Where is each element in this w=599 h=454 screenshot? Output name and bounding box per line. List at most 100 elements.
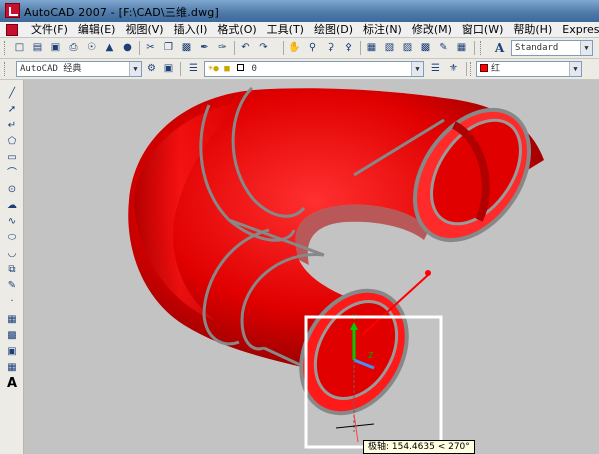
publish-icon[interactable]: ▲ [102,40,117,55]
menu-file[interactable]: 文件(F) [26,23,73,37]
preview-icon[interactable]: ☉ [84,40,99,55]
drawing-area[interactable]: Y Z 极轴: 154.4635 < 270° [24,80,599,454]
workspace-value: AutoCAD 经典 [20,64,82,74]
construction-line-icon[interactable]: ➚ [4,102,20,117]
designcenter-icon[interactable]: ▧ [382,40,397,55]
spline-icon[interactable]: ∿ [4,214,20,229]
toolpalettes-icon[interactable]: ▨ [400,40,415,55]
torus-drawing: Y Z [128,86,544,449]
separator [474,41,475,55]
ellipse-arc-icon[interactable]: ◡ [4,246,20,261]
text-style-icon[interactable]: A [492,40,507,55]
ellipse-icon[interactable]: ⬭ [4,230,20,245]
menu-help[interactable]: 帮助(H) [508,23,557,37]
make-block-icon[interactable]: ✎ [4,278,20,293]
toolbar-grip[interactable] [4,41,7,55]
menu-express[interactable]: Express [557,23,599,37]
copy-icon[interactable]: ❐ [161,40,176,55]
menu-bar: 文件(F) 编辑(E) 视图(V) 插入(I) 格式(O) 工具(T) 绘图(D… [0,22,599,38]
zoom-previous-icon[interactable]: ⚴ [341,40,356,55]
chevron-down-icon[interactable]: ▼ [411,62,423,76]
toolbar-grip[interactable] [470,62,473,76]
crosshair-h [335,423,375,429]
point-icon[interactable]: · [4,294,20,309]
make-current-layer-icon[interactable]: ☰ [428,61,443,76]
sheetset-icon[interactable]: ▩ [418,40,433,55]
layers-toolbar: AutoCAD 经典 ▼ ⚙ ▣ ☰ ☀● ■ 0 ▼ ☰ ⚜ 红 ▼ [0,59,599,80]
hatch-icon[interactable]: ▦ [4,312,20,327]
toolbar-grip[interactable] [480,41,483,55]
layer-value: 0 [251,64,257,74]
circle-icon[interactable]: ⊙ [4,182,20,197]
zoom-realtime-icon[interactable]: ⚲ [305,40,320,55]
gradient-icon[interactable]: ▩ [4,328,20,343]
calculator-icon[interactable]: ▦ [454,40,469,55]
markup-icon[interactable]: ✎ [436,40,451,55]
chevron-down-icon[interactable]: ▼ [580,41,592,55]
separator [180,62,181,76]
color-combo[interactable]: 红 ▼ [476,61,582,77]
text-style-value: Standard [515,43,559,53]
layer-previous-icon[interactable]: ⚜ [446,61,461,76]
ucs-z-label: Z [368,351,374,360]
layer-combo[interactable]: ☀● ■ 0 ▼ [204,61,424,77]
menu-edit[interactable]: 编辑(E) [73,23,121,37]
document-icon[interactable] [6,24,18,36]
block-editor-icon[interactable]: ✑ [215,40,230,55]
arc-icon[interactable]: ⌒ [4,166,20,181]
pan-icon[interactable]: ✋ [287,40,302,55]
workspace-settings-icon[interactable]: ⚙ [144,61,159,76]
paste-icon[interactable]: ▩ [179,40,194,55]
new-icon[interactable]: □ [12,40,27,55]
chevron-down-icon[interactable]: ▼ [569,62,581,76]
menu-modify[interactable]: 修改(M) [407,23,457,37]
window-title: AutoCAD 2007 - [F:\CAD\三维.dwg] [24,6,219,19]
undo-icon[interactable]: ↶ [238,40,253,55]
3d-dwf-icon[interactable]: ● [120,40,135,55]
open-icon[interactable]: ▤ [30,40,45,55]
multiline-text-icon[interactable]: A [4,376,20,391]
insert-block-icon[interactable]: ⧉ [4,262,20,277]
properties-icon[interactable]: ▦ [364,40,379,55]
redo-icon[interactable]: ↷ [256,40,271,55]
draw-toolbar: ╱ ➚ ↵ ⬠ ▭ ⌒ ⊙ ☁ ∿ ⬭ ◡ ⧉ ✎ · ▦ ▩ ▣ ▦ A [0,80,24,454]
print-icon[interactable]: ⎙ [66,40,81,55]
table-icon[interactable]: ▦ [4,360,20,375]
save-workspace-icon[interactable]: ▣ [161,61,176,76]
polar-tracking-tooltip: 极轴: 154.4635 < 270° [363,440,475,454]
title-bar: AutoCAD 2007 - [F:\CAD\三维.dwg] [0,0,599,22]
color-swatch [480,64,488,72]
color-value: 红 [491,64,501,74]
menu-insert[interactable]: 插入(I) [169,23,213,37]
matchprop-icon[interactable]: ✒ [197,40,212,55]
crosshair-v [353,413,359,443]
layer-lock-icon: ■ [224,64,230,74]
separator [139,41,140,55]
region-icon[interactable]: ▣ [4,344,20,359]
standard-toolbar: □ ▤ ▣ ⎙ ☉ ▲ ● ✂ ❐ ▩ ✒ ✑ ↶ ↷ ✋ ⚲ ⚳ ⚴ ▦ ▧ … [0,38,599,59]
layer-manager-icon[interactable]: ☰ [186,61,201,76]
rectangle-icon[interactable]: ▭ [4,150,20,165]
separator [234,41,235,55]
autocad-app-icon[interactable] [5,3,20,18]
menu-tools[interactable]: 工具(T) [262,23,309,37]
menu-list: 文件(F) 编辑(E) 视图(V) 插入(I) 格式(O) 工具(T) 绘图(D… [26,23,599,37]
menu-window[interactable]: 窗口(W) [457,23,508,37]
polyline-icon[interactable]: ↵ [4,118,20,133]
menu-draw[interactable]: 绘图(D) [309,23,358,37]
cut-icon[interactable]: ✂ [143,40,158,55]
menu-dimension[interactable]: 标注(N) [358,23,407,37]
revcloud-icon[interactable]: ☁ [4,198,20,213]
zoom-window-icon[interactable]: ⚳ [323,40,338,55]
line-icon[interactable]: ╱ [4,86,20,101]
separator [466,62,467,76]
toolbar-grip[interactable] [4,62,7,76]
polygon-icon[interactable]: ⬠ [4,134,20,149]
text-style-combo[interactable]: Standard ▼ [511,40,593,56]
menu-format[interactable]: 格式(O) [212,23,261,37]
menu-view[interactable]: 视图(V) [120,23,168,37]
workspace-combo[interactable]: AutoCAD 经典 ▼ [16,61,142,77]
chevron-down-icon[interactable]: ▼ [129,62,141,76]
separator [360,41,361,55]
save-icon[interactable]: ▣ [48,40,63,55]
